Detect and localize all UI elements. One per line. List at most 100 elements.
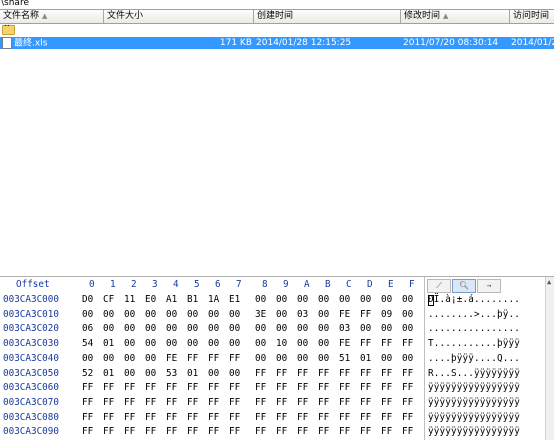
hex-byte[interactable]: FF (187, 381, 198, 396)
hex-byte[interactable]: FF (145, 381, 156, 396)
hex-byte[interactable]: FF (318, 411, 329, 426)
column-header-size[interactable]: 文件大小 (104, 10, 254, 23)
hex-byte[interactable]: FF (318, 367, 329, 382)
hex-byte[interactable]: FF (381, 367, 392, 382)
hex-editor[interactable]: Offset 0123456789ABCDEF ⟋ 🔍︎ → 003CA3C00… (0, 276, 554, 440)
hex-byte[interactable]: FF (82, 396, 93, 411)
hex-byte[interactable]: 03 (297, 308, 308, 323)
hex-byte[interactable]: FF (360, 411, 371, 426)
hex-byte[interactable]: FF (255, 425, 266, 440)
hex-byte[interactable]: FF (208, 352, 219, 367)
hex-byte[interactable]: 00 (255, 352, 266, 367)
hex-byte[interactable]: FF (402, 396, 413, 411)
hex-ascii[interactable]: ....þÿÿÿ....Q... (428, 352, 520, 367)
hex-byte[interactable]: FF (255, 396, 266, 411)
column-header-modified[interactable]: 修改时间 ▲ (401, 10, 510, 23)
hex-byte[interactable]: 10 (276, 337, 287, 352)
hex-byte[interactable]: 00 (208, 367, 219, 382)
hex-byte[interactable]: FF (255, 411, 266, 426)
hex-byte[interactable]: FF (208, 381, 219, 396)
hex-byte[interactable]: FF (360, 308, 371, 323)
hex-byte[interactable]: FF (124, 411, 135, 426)
hex-byte[interactable]: 00 (318, 337, 329, 352)
hex-byte[interactable]: 00 (82, 308, 93, 323)
hex-byte[interactable]: 00 (255, 322, 266, 337)
hex-byte[interactable]: FF (360, 367, 371, 382)
hex-byte[interactable]: FF (276, 367, 287, 382)
hex-byte[interactable]: FF (103, 396, 114, 411)
hex-byte[interactable]: FE (166, 352, 177, 367)
hex-byte[interactable]: 00 (145, 337, 156, 352)
hex-byte[interactable]: 00 (360, 293, 371, 308)
hex-byte[interactable]: FF (402, 337, 413, 352)
hex-byte[interactable]: FF (255, 367, 266, 382)
hex-byte[interactable]: FF (187, 411, 198, 426)
hex-ascii[interactable]: R...S...ÿÿÿÿÿÿÿÿ (428, 367, 520, 382)
hex-byte[interactable]: FF (124, 425, 135, 440)
hex-byte[interactable]: 00 (229, 322, 240, 337)
hex-byte[interactable]: FF (297, 396, 308, 411)
hex-byte[interactable]: FF (297, 367, 308, 382)
hex-byte[interactable]: FF (166, 411, 177, 426)
hex-byte[interactable]: 00 (208, 308, 219, 323)
hex-byte[interactable]: 00 (124, 308, 135, 323)
hex-byte[interactable]: FF (318, 425, 329, 440)
hex-byte[interactable]: 00 (381, 322, 392, 337)
hex-byte[interactable]: 00 (145, 322, 156, 337)
hex-byte[interactable]: 00 (208, 337, 219, 352)
hex-byte[interactable]: 00 (229, 308, 240, 323)
hex-byte[interactable]: FF (318, 381, 329, 396)
hex-byte[interactable]: FF (402, 367, 413, 382)
hex-byte[interactable]: 03 (339, 322, 350, 337)
hex-byte[interactable]: FE (339, 337, 350, 352)
hex-byte[interactable]: FF (124, 381, 135, 396)
hex-ascii[interactable]: ÐÏ.à¡±.á........ (428, 293, 520, 308)
hex-byte[interactable]: 00 (318, 322, 329, 337)
hex-byte[interactable]: FF (145, 396, 156, 411)
hex-byte[interactable]: FF (229, 411, 240, 426)
hex-byte[interactable]: FF (276, 425, 287, 440)
hex-byte[interactable]: 00 (318, 293, 329, 308)
hex-byte[interactable]: FF (145, 425, 156, 440)
hex-byte[interactable]: FF (381, 425, 392, 440)
hex-byte[interactable]: 01 (187, 367, 198, 382)
hex-byte[interactable]: FF (187, 425, 198, 440)
hex-byte[interactable]: 00 (187, 337, 198, 352)
hex-byte[interactable]: 00 (360, 322, 371, 337)
hex-byte[interactable]: 00 (255, 293, 266, 308)
hex-byte[interactable]: FF (82, 425, 93, 440)
hex-byte[interactable]: 00 (318, 308, 329, 323)
hex-byte[interactable]: FF (339, 396, 350, 411)
hex-byte[interactable]: 00 (402, 322, 413, 337)
hex-byte[interactable]: FF (339, 411, 350, 426)
search-tool-button[interactable]: 🔍︎ (452, 279, 476, 293)
hex-byte[interactable]: FF (82, 411, 93, 426)
hex-byte[interactable]: FF (360, 381, 371, 396)
hex-byte[interactable]: CF (103, 293, 114, 308)
hex-byte[interactable]: FF (276, 396, 287, 411)
hex-ascii[interactable]: ÿÿÿÿÿÿÿÿÿÿÿÿÿÿÿÿ (428, 381, 520, 396)
hex-byte[interactable]: FF (381, 411, 392, 426)
hex-byte[interactable]: 00 (318, 352, 329, 367)
hex-byte[interactable]: FF (297, 411, 308, 426)
hex-byte[interactable]: FF (145, 411, 156, 426)
column-header-created[interactable]: 创建时间 (254, 10, 401, 23)
hex-byte[interactable]: FF (381, 337, 392, 352)
hex-byte[interactable]: 00 (297, 322, 308, 337)
hex-byte[interactable]: FF (402, 411, 413, 426)
hex-byte[interactable]: 00 (124, 322, 135, 337)
hex-byte[interactable]: FF (103, 425, 114, 440)
hex-byte[interactable]: FF (208, 396, 219, 411)
hex-byte[interactable]: 00 (402, 308, 413, 323)
hex-byte[interactable]: 00 (124, 337, 135, 352)
list-item-file[interactable]: 最终.xls 171 KB 2014/01/28 12:15:25 2011/0… (0, 37, 554, 49)
hex-ascii[interactable]: ÿÿÿÿÿÿÿÿÿÿÿÿÿÿÿÿ (428, 396, 520, 411)
hex-byte[interactable]: FF (339, 425, 350, 440)
hex-byte[interactable]: FF (208, 411, 219, 426)
hex-byte[interactable]: 52 (82, 367, 93, 382)
hex-byte[interactable]: FF (229, 352, 240, 367)
hex-byte[interactable]: 06 (82, 322, 93, 337)
list-item-parent[interactable]: .. (0, 19, 554, 36)
hex-byte[interactable]: 00 (276, 293, 287, 308)
hex-byte[interactable]: FF (381, 381, 392, 396)
